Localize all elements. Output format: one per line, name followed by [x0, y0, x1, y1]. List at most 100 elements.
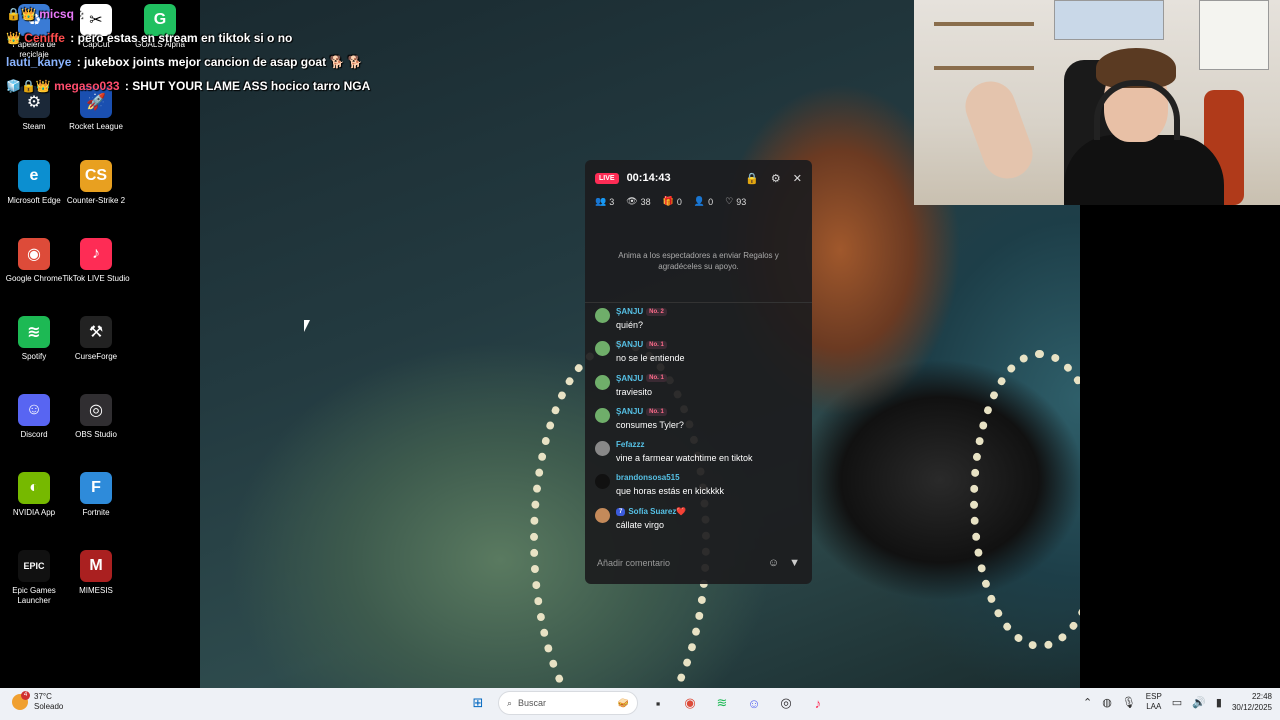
live-comment[interactable]: brandonsosa515 que horas estás en kickkkk — [595, 472, 805, 505]
desktop-icon[interactable]: ♪ TikTok LIVE Studio — [62, 238, 130, 284]
stat-value: 0 — [708, 196, 714, 207]
desktop-icon-label: Steam — [22, 122, 46, 131]
stat-views: 👁 38 — [626, 196, 650, 207]
comment-user-line: ŞANJU No. 1 — [616, 407, 667, 416]
comment-username: ŞANJU — [616, 340, 644, 350]
comment-user-line: brandonsosa515 — [616, 473, 680, 482]
desktop-icon[interactable]: M MIMESIS — [62, 550, 130, 596]
monitor-icon[interactable]: ▭ — [1172, 696, 1182, 709]
header-icons: 🔒 ⚙ ✕ — [745, 172, 802, 185]
windows-start-icon[interactable]: ⊞ — [466, 691, 490, 715]
avatar — [595, 341, 610, 357]
taskbar-search[interactable]: ⌕ Buscar 🥪 — [498, 691, 638, 715]
cs2-icon: CS — [80, 160, 112, 192]
sun-icon: 4 — [12, 691, 30, 710]
desktop-icon[interactable]: ◉ Google Chrome — [0, 238, 68, 284]
desktop-icon-label: Discord — [20, 430, 48, 439]
discord-taskbar-icon[interactable]: ☺ — [742, 691, 766, 715]
comment-user-line: ŞANJU No. 1 — [616, 340, 667, 349]
overlay-chat-text: : pero estas en stream en tiktok si o no — [70, 31, 293, 45]
avatar — [595, 441, 610, 457]
comment-text: no se le entiende — [616, 353, 685, 364]
desktop-icon-label: CurseForge — [74, 352, 118, 361]
chrome-taskbar-icon[interactable]: ◉ — [678, 691, 702, 715]
taskbar-apps: ⊞ ⌕ Buscar 🥪 ▪ ◉ ≋ ☺ ◎ ♪ — [466, 691, 830, 715]
live-badge: LIVE — [595, 172, 619, 184]
lang-bottom: LAA — [1146, 702, 1162, 711]
rank-badge: No. 1 — [646, 341, 667, 350]
weather-widget[interactable]: 4 37°C Soleado — [12, 691, 63, 712]
emoji-icon[interactable]: ☺ — [768, 557, 779, 569]
desktop-icon[interactable]: CS Counter-Strike 2 — [62, 160, 130, 206]
live-comment[interactable]: ŞANJU No. 1 traviesito — [595, 373, 805, 406]
tiktok-taskbar-icon[interactable]: ♪ — [806, 691, 830, 715]
close-icon[interactable]: ✕ — [793, 172, 802, 185]
comment-text: consumes Tyler? — [616, 419, 684, 430]
stat-value: 3 — [609, 196, 615, 207]
comment-placeholder: Añadir comentario — [597, 558, 671, 568]
live-comment[interactable]: Fefazzz vine a farmear watchtime en tikto… — [595, 439, 805, 472]
speaker-icon[interactable]: 🔊 — [1192, 696, 1206, 709]
comment-username: Sofía Suarez❤️ — [628, 506, 687, 516]
filter-icon[interactable]: ▼ — [789, 557, 800, 569]
live-comment[interactable]: 7 Sofía Suarez❤️ cállate virgo — [595, 506, 805, 539]
network-icon[interactable]: ◍ — [1102, 696, 1112, 709]
clock-time: 22:48 — [1251, 692, 1272, 701]
notification-badge: 4 — [21, 691, 30, 700]
desktop-icon-label: NVIDIA App — [12, 508, 56, 517]
live-comment[interactable]: ŞANJU No. 1 no se le entiende — [595, 339, 805, 372]
nvidia-icon: ◐ — [18, 472, 50, 504]
overlay-chat-user: lauti_kanye — [6, 55, 72, 69]
heart-icon: ♡ — [725, 196, 734, 206]
weather-temp: 37°C — [34, 692, 52, 701]
chrome-icon: ◉ — [18, 238, 50, 270]
desktop-icon[interactable]: ☺ Discord — [0, 394, 68, 440]
desktop-icon[interactable]: ≋ Spotify — [0, 316, 68, 362]
avatar — [595, 407, 610, 423]
battery-icon[interactable]: ▮ — [1216, 696, 1222, 709]
stat-value: 38 — [640, 196, 651, 207]
desktop-icon-label: MIMESIS — [79, 586, 113, 595]
desktop-icon[interactable]: ◎ OBS Studio — [62, 394, 130, 440]
system-tray: ⌃ ◍ 🎙 ESP LAA ▭ 🔊 ▮ 22:48 30/12/2025 — [1083, 691, 1272, 713]
overlay-chat-text: : — [79, 7, 84, 21]
comment-actions: ☺ ▼ — [768, 557, 800, 569]
desktop-icon[interactable]: ◐ NVIDIA App — [0, 472, 68, 518]
desktop-icon[interactable]: ⚒ CurseForge — [62, 316, 130, 362]
desktop-icon[interactable]: EPIC Epic Games Launcher — [0, 550, 68, 606]
rank-badge: No. 2 — [646, 307, 667, 316]
search-highlight-icon: 🥪 — [617, 697, 629, 708]
live-timer: 00:14:43 — [626, 172, 671, 184]
cam-arm — [958, 74, 1040, 186]
overlay-chat-user: micsq — [39, 7, 74, 21]
cam-shelf — [934, 22, 1034, 26]
desktop-icon-label: Rocket League — [69, 122, 123, 131]
lock-icon[interactable]: 🔒 — [745, 172, 759, 185]
live-comment[interactable]: ŞANJU No. 2 quién? — [595, 306, 805, 339]
obs-taskbar-icon[interactable]: ◎ — [774, 691, 798, 715]
clock[interactable]: 22:48 30/12/2025 — [1232, 691, 1272, 713]
spotify-taskbar-icon[interactable]: ≋ — [710, 691, 734, 715]
overlay-chat-line: 🔒👑 micsq : — [6, 7, 83, 21]
search-icon: ⌕ — [507, 697, 513, 708]
stat-followers: 👤 0 — [694, 196, 713, 207]
cam-shelf — [934, 66, 1034, 70]
desktop-icon[interactable]: F Fortnite — [62, 472, 130, 518]
desktop-icon[interactable]: e Microsoft Edge — [0, 160, 68, 206]
overlay-chat-line: 🧊🔒👑 megaso033 : SHUT YOUR LAME ASS hocic… — [6, 79, 370, 93]
stat-likes: ♡ 93 — [725, 196, 746, 207]
avatar — [595, 507, 610, 523]
chevron-up-icon[interactable]: ⌃ — [1083, 696, 1092, 709]
tiktok-live-icon: ♪ — [80, 238, 112, 270]
avatar — [595, 474, 610, 490]
live-comment[interactable]: ŞANJU No. 1 consumes Tyler? — [595, 406, 805, 439]
comment-input[interactable]: Añadir comentario ☺ ▼ — [591, 550, 806, 576]
desktop-icon-label: Spotify — [21, 352, 47, 361]
comment-list[interactable]: ŞANJU No. 2 quién? ŞANJU No. 1 no se le entie… — [595, 306, 805, 539]
settings-icon[interactable]: ⚙ — [771, 172, 781, 185]
overlay-chat-line: lauti_kanye : jukebox joints mejor canci… — [6, 55, 363, 69]
users-icon: 👥 — [595, 196, 607, 206]
language-indicator[interactable]: ESP LAA — [1146, 692, 1162, 712]
microphone-icon[interactable]: 🎙 — [1122, 696, 1136, 709]
task-view-icon[interactable]: ▪ — [646, 691, 670, 715]
